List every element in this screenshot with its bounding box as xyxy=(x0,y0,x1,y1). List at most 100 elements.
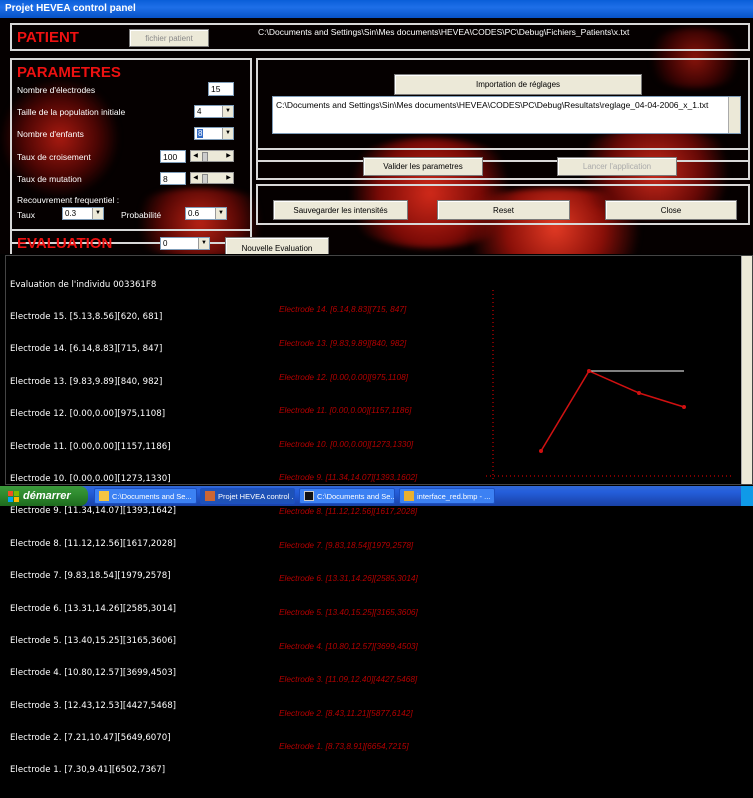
red-log-line: Electrode 11. [0.00,0.00][1157,1186] xyxy=(279,405,412,416)
evaluation-output-area: Evaluation de l'individu 003361F8 Electr… xyxy=(5,255,753,775)
log-line: Electrode 9. [11.34,14.07][1393,1642] xyxy=(10,506,177,517)
taux-value: 0.3 xyxy=(65,209,77,218)
red-log-line: Electrode 14. [6.14,8.83][715, 847] xyxy=(279,304,407,315)
log-line: Electrode 5. [13.40,15.25][3165,3606] xyxy=(10,635,177,646)
chevron-down-icon[interactable]: ▼ xyxy=(92,208,103,219)
intensity-graph xyxy=(486,290,731,481)
chevron-down-icon[interactable]: ▼ xyxy=(215,208,226,219)
log-line: Electrode 12. [0.00,0.00][975,1108] xyxy=(10,409,166,420)
evaluation-combo[interactable]: 0 ▼ xyxy=(160,237,210,250)
red-log-line: Electrode 2. [8.43,11.21][5877,6142] xyxy=(279,707,413,718)
valider-button[interactable]: Valider les parametres xyxy=(363,157,483,176)
red-log-line: Electrode 4. [10.80,12.57][3699,4503] xyxy=(279,640,418,651)
log-line: Electrode 1. [7.30,9.41][6502,7367] xyxy=(10,765,166,776)
log-line: Electrode 2. [7.21,10.47][5649,6070] xyxy=(10,733,171,744)
evaluation-value: 0 xyxy=(163,239,168,248)
current-evaluation-line xyxy=(540,370,684,452)
chevron-down-icon[interactable]: ▼ xyxy=(222,128,233,139)
arrow-right-icon[interactable]: ▶ xyxy=(224,173,233,183)
arrow-right-icon[interactable]: ▶ xyxy=(224,151,233,161)
start-label: démarrer xyxy=(23,490,71,502)
arrow-left-icon[interactable]: ◀ xyxy=(191,151,200,161)
electrodes-label: Nombre d'électrodes xyxy=(17,85,96,95)
population-combo[interactable]: 4 ▼ xyxy=(194,105,234,118)
scroll-thumb[interactable] xyxy=(202,152,208,162)
log-line: Electrode 3. [12.43,12.53][4427,5468] xyxy=(10,700,177,711)
log-line: Electrode 6. [13.31,14.26][2585,3014] xyxy=(10,603,177,614)
log-line: Electrode 4. [10.80,12.57][3699,4503] xyxy=(10,668,177,679)
taskbar: démarrer C:\Documents and Se... Projet H… xyxy=(0,486,753,506)
chevron-down-icon[interactable]: ▼ xyxy=(198,238,209,249)
log-line: Electrode 13. [9.83,9.89][840, 982] xyxy=(10,376,163,387)
log-line: Electrode 7. [9.83,18.54][1979,2578] xyxy=(10,571,171,582)
red-log-line: Electrode 13. [9.83,9.89][840, 982] xyxy=(279,338,407,349)
scroll-thumb[interactable] xyxy=(202,174,208,184)
probabilite-value: 0.6 xyxy=(188,209,200,218)
window-title: Projet HEVEA control panel xyxy=(5,3,136,14)
red-log-line: Electrode 7. [9.83,18.54][1979,2578] xyxy=(279,539,414,550)
previous-evaluation-line xyxy=(540,370,685,452)
taskbar-item-paint[interactable]: interface_red.bmp - ... xyxy=(399,488,495,504)
start-button[interactable]: démarrer xyxy=(0,486,88,506)
red-log-line: Electrode 10. [0.00,0.00][1273,1330] xyxy=(279,438,414,449)
log-line: Evaluation de l'individu 003361F8 xyxy=(10,279,157,290)
arrow-left-icon[interactable]: ◀ xyxy=(191,173,200,183)
patient-file-button[interactable]: fichier patient xyxy=(129,29,209,47)
probabilite-combo[interactable]: 0.6 ▼ xyxy=(185,207,227,220)
graph-point xyxy=(587,369,591,373)
chevron-down-icon[interactable]: ▼ xyxy=(222,106,233,117)
import-button[interactable]: Importation de réglages xyxy=(394,74,642,95)
taskbar-item-label: interface_red.bmp - ... xyxy=(417,491,491,501)
croisement-scrollbar[interactable]: ◀ ▶ xyxy=(190,150,234,162)
patient-title: PATIENT xyxy=(17,29,79,46)
red-log-line: Electrode 6. [13.31,14.26][2585,3014] xyxy=(279,573,418,584)
probabilite-label: Probabilité xyxy=(121,210,162,220)
population-label: Taille de la population initiale xyxy=(17,107,126,117)
population-value: 4 xyxy=(197,107,202,116)
previous-evaluation-log: Electrode 14. [6.14,8.83][715, 847] Elec… xyxy=(279,282,418,775)
taskbar-item-console[interactable]: C:\Documents and Se... xyxy=(299,488,395,504)
reset-button[interactable]: Reset xyxy=(437,200,570,220)
sauvegarder-button[interactable]: Sauvegarder les intensités xyxy=(273,200,408,220)
taskbar-item-label: C:\Documents and Se... xyxy=(112,491,192,501)
log-line: Electrode 11. [0.00,0.00][1157,1186] xyxy=(10,441,171,452)
log-line: Electrode 10. [0.00,0.00][1273,1330] xyxy=(10,473,171,484)
red-log-line: Electrode 3. [11.09,12.40][4427,5468] xyxy=(279,674,418,685)
enfants-combo[interactable]: 8 ▼ xyxy=(194,127,234,140)
memo-scrollbar[interactable] xyxy=(728,97,740,133)
taux-combo[interactable]: 0.3 ▼ xyxy=(62,207,104,220)
taskbar-item-hevea[interactable]: Projet HEVEA control ... xyxy=(200,488,295,504)
recouvrement-label: Recouvrement frequentiel : xyxy=(17,195,120,205)
system-tray[interactable] xyxy=(741,486,753,506)
taskbar-item-label: Projet HEVEA control ... xyxy=(218,491,295,501)
croisement-label: Taux de croisement xyxy=(17,152,91,162)
lancer-button[interactable]: Lancer l'application xyxy=(557,157,677,176)
log-line: Electrode 15. [5.13,8.56][620, 681] xyxy=(10,311,163,322)
windows-logo-icon xyxy=(8,490,19,502)
evaluation-title: EVALUATION xyxy=(17,235,113,252)
control-panel-body: PATIENT fichier patient C:\Documents and… xyxy=(0,18,753,254)
electrodes-field[interactable]: 15 xyxy=(208,82,234,96)
mutation-field[interactable]: 8 xyxy=(160,172,186,185)
mutation-scrollbar[interactable]: ◀ ▶ xyxy=(190,172,234,184)
red-log-line: Electrode 8. [11.12,12.56][1617,2028] xyxy=(279,506,418,517)
graph-point xyxy=(539,449,543,453)
mutation-label: Taux de mutation xyxy=(17,174,82,184)
window-titlebar[interactable]: Projet HEVEA control panel xyxy=(0,0,753,18)
croisement-field[interactable]: 100 xyxy=(160,150,186,163)
log-line: Electrode 8. [11.12,12.56][1617,2028] xyxy=(10,538,177,549)
taskbar-item-explorer[interactable]: C:\Documents and Se... xyxy=(94,488,197,504)
taux-label: Taux xyxy=(17,210,35,220)
parametres-title: PARAMETRES xyxy=(17,64,121,81)
graph-point xyxy=(637,391,641,395)
evaluation-log: Evaluation de l'individu 003361F8 Electr… xyxy=(10,258,176,798)
import-path-memo[interactable]: C:\Documents and Settings\Sin\Mes docume… xyxy=(272,96,741,134)
output-scrollbar[interactable] xyxy=(741,256,752,484)
paint-icon xyxy=(404,491,414,501)
import-path: C:\Documents and Settings\Sin\Mes docume… xyxy=(276,100,709,110)
patient-file-path: C:\Documents and Settings\Sin\Mes docume… xyxy=(258,27,630,37)
close-button[interactable]: Close xyxy=(605,200,737,220)
graph-point xyxy=(682,405,686,409)
folder-icon xyxy=(99,491,109,501)
nouvelle-evaluation-button[interactable]: Nouvelle Evaluation xyxy=(225,237,329,254)
